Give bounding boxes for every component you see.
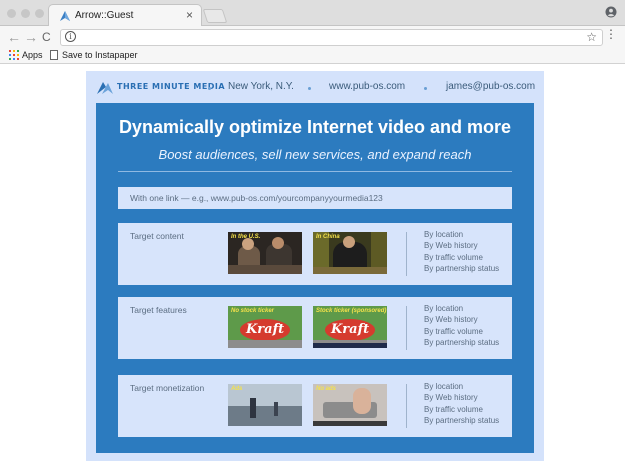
option-web-history: By Web history	[424, 393, 478, 403]
card-title: Target features	[130, 305, 187, 315]
stock-ticker-strip	[313, 343, 387, 348]
option-partnership-status: By partnership status	[424, 263, 500, 273]
card-divider	[406, 232, 407, 276]
targeting-options: By location By Web history By traffic vo…	[424, 229, 499, 274]
header-separator	[424, 87, 427, 90]
header-separator	[208, 87, 211, 90]
close-tab-icon[interactable]: ×	[186, 8, 193, 22]
option-location: By location	[424, 304, 464, 313]
option-partnership-status: By partnership status	[424, 337, 500, 347]
option-traffic-volume: By traffic volume	[424, 252, 483, 262]
option-location: By location	[424, 382, 464, 391]
thumbnail-ground	[228, 340, 302, 348]
browser-menu-icon[interactable]: ⋮	[605, 27, 617, 41]
video-thumbnail-ticker[interactable]: Kraft Stock ticker (sponsored)	[313, 306, 387, 348]
thumbnail-label: No ads	[316, 386, 337, 392]
reload-icon[interactable]: C	[42, 29, 51, 45]
card-divider	[406, 306, 407, 350]
header-separator	[308, 87, 311, 90]
target-content-card: Target content In the U.S. In China By l…	[118, 223, 512, 285]
account-icon[interactable]	[605, 6, 617, 18]
link-example-bar: With one link — e.g., www.pub-os.com/you…	[118, 187, 512, 209]
option-traffic-volume: By traffic volume	[424, 404, 483, 414]
window-minimize-dot[interactable]	[21, 9, 30, 18]
card-title: Target monetization	[130, 383, 205, 393]
thumbnail-label: In China	[316, 234, 340, 240]
address-bar[interactable]: i ☆	[60, 29, 603, 46]
thumbnail-label: Stock ticker (sponsored)	[316, 308, 387, 314]
brand-logo-icon	[97, 82, 113, 94]
page-icon	[50, 50, 58, 60]
option-location: By location	[424, 230, 464, 239]
video-thumbnail-no-ticker[interactable]: Kraft No stock ticker	[228, 306, 302, 348]
new-tab-button[interactable]	[202, 9, 228, 23]
apps-grid-icon	[9, 50, 19, 60]
targeting-options: By location By Web history By traffic vo…	[424, 303, 499, 348]
window-zoom-dot[interactable]	[35, 9, 44, 18]
target-monetization-card: Target monetization Ads No ads By locati…	[118, 375, 512, 437]
option-web-history: By Web history	[424, 315, 478, 325]
kraft-logo-icon: Kraft	[325, 319, 375, 341]
kraft-logo-icon: Kraft	[240, 319, 290, 341]
web-page: THREE MINUTE MEDIA New York, N.Y. www.pu…	[86, 71, 544, 461]
window-close-dot[interactable]	[7, 9, 16, 18]
header-location: New York, N.Y.	[228, 81, 294, 92]
divider	[118, 171, 512, 172]
link-example-text: With one link — e.g., www.pub-os.com/you…	[130, 193, 383, 203]
thumbnail-label: Ads	[231, 386, 243, 392]
browser-tab-bar: Arrow::Guest ×	[0, 0, 625, 27]
video-thumbnail-ads[interactable]: Ads	[228, 384, 302, 426]
video-thumbnail-china[interactable]: In China	[313, 232, 387, 274]
targeting-options: By location By Web history By traffic vo…	[424, 381, 499, 426]
bookmark-instapaper[interactable]: Save to Instapaper	[62, 49, 138, 62]
header-email[interactable]: james@pub-os.com	[446, 81, 535, 92]
target-features-card: Target features Kraft No stock ticker Kr…	[118, 297, 512, 359]
tab-title: Arrow::Guest	[75, 10, 134, 21]
bookmark-apps[interactable]: Apps	[22, 49, 43, 62]
card-divider	[406, 384, 407, 428]
browser-tab[interactable]: Arrow::Guest ×	[48, 4, 202, 27]
thumbnail-label: No stock ticker	[231, 308, 275, 314]
arrow-favicon-icon	[60, 11, 70, 21]
browser-toolbar: ← → C i ☆ ⋮	[0, 26, 625, 48]
card-title: Target content	[130, 231, 184, 241]
back-arrow-icon[interactable]: ←	[7, 29, 21, 45]
option-web-history: By Web history	[424, 241, 478, 251]
thumbnail-label: In the U.S.	[231, 234, 261, 240]
video-thumbnail-no-ads[interactable]: No ads	[313, 384, 387, 426]
forward-arrow-icon[interactable]: →	[24, 29, 38, 45]
hero-panel: Dynamically optimize Internet video and …	[96, 103, 534, 453]
site-info-icon[interactable]: i	[65, 31, 76, 42]
header-website[interactable]: www.pub-os.com	[329, 81, 405, 92]
option-traffic-volume: By traffic volume	[424, 326, 483, 336]
page-title: Dynamically optimize Internet video and …	[118, 117, 512, 137]
video-thumbnail-us[interactable]: In the U.S.	[228, 232, 302, 274]
bookmark-star-icon[interactable]: ☆	[586, 30, 597, 44]
option-partnership-status: By partnership status	[424, 415, 500, 425]
page-subtitle: Boost audiences, sell new services, and …	[158, 147, 472, 162]
bookmarks-bar: Apps Save to Instapaper	[0, 48, 625, 64]
